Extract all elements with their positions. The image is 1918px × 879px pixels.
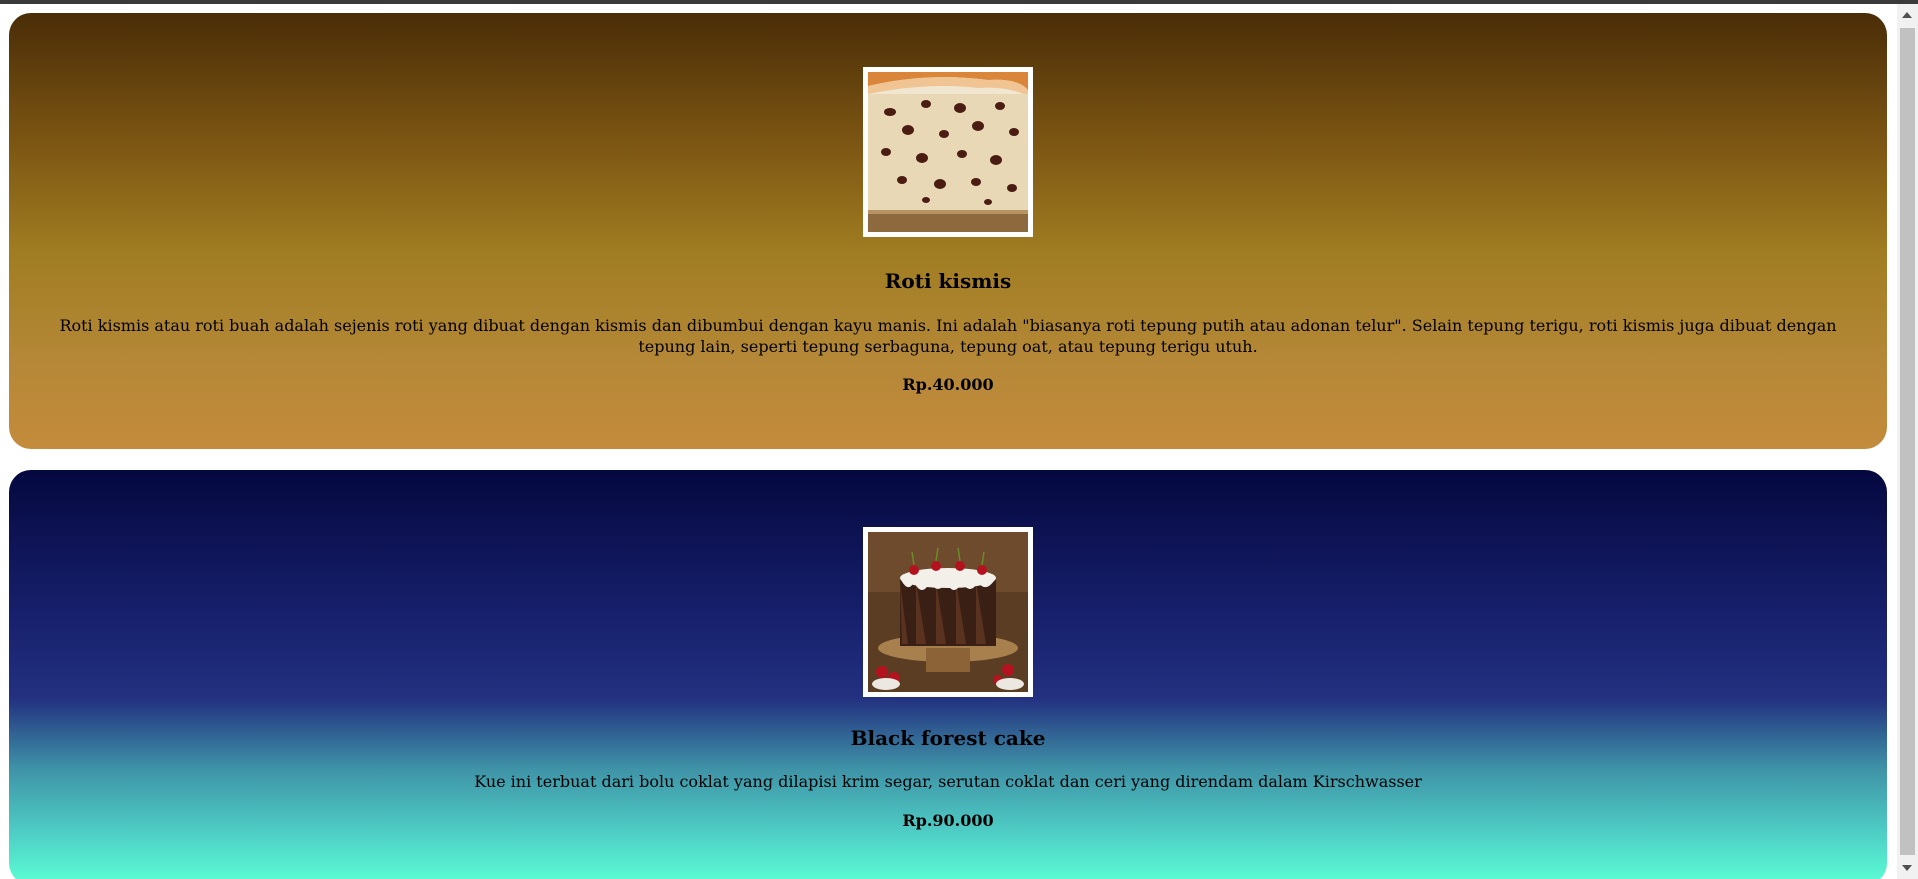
product-description: Roti kismis atau roti buah adalah sejeni… [59, 316, 1837, 356]
product-card-roti-kismis: Roti kismis Roti kismis atau roti buah a… [9, 13, 1887, 449]
scrollbar-thumb[interactable] [1900, 28, 1915, 855]
product-description: Kue ini terbuat dari bolu coklat yang di… [474, 772, 1422, 791]
product-price: Rp.40.000 [902, 375, 994, 394]
raisin-bread-photo [863, 67, 1033, 237]
arrow-up-icon[interactable] [1902, 12, 1912, 18]
product-title: Black forest cake [850, 726, 1046, 750]
vertical-scrollbar[interactable] [1897, 4, 1918, 879]
page-content: Roti kismis Roti kismis atau roti buah a… [0, 4, 1897, 879]
product-price: Rp.90.000 [902, 811, 994, 830]
product-title: Roti kismis [884, 269, 1012, 293]
black-forest-cake-photo [863, 527, 1033, 697]
product-card-black-forest-cake: Black forest cake Kue ini terbuat dari b… [9, 470, 1887, 879]
arrow-down-icon[interactable] [1902, 865, 1912, 871]
